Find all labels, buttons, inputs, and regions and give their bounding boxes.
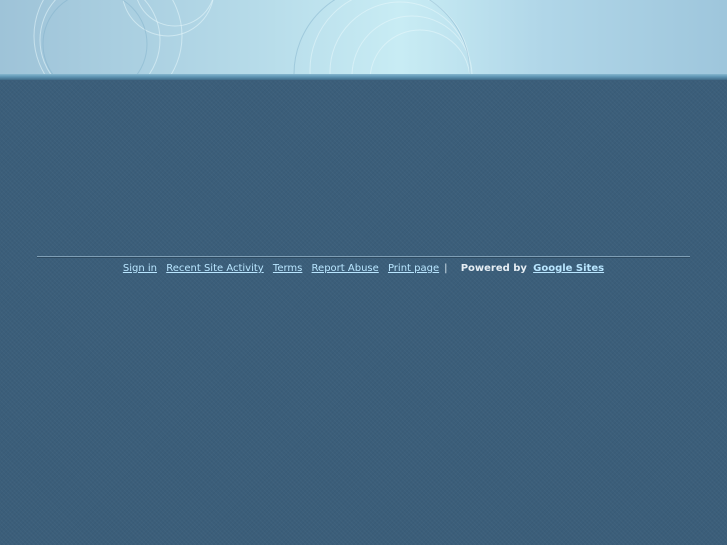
powered-by-label: Powered by (460, 263, 527, 274)
footer-separator: | (444, 263, 448, 274)
header-banner (0, 0, 727, 74)
terms-link[interactable]: Terms (273, 263, 302, 274)
google-sites-link[interactable]: Google Sites (533, 263, 604, 274)
footer-divider (37, 256, 690, 258)
footer: Sign in Recent Site Activity Terms Repor… (0, 263, 727, 274)
print-page-link[interactable]: Print page (388, 263, 439, 274)
page-content (0, 80, 727, 250)
report-abuse-link[interactable]: Report Abuse (312, 263, 379, 274)
sign-in-link[interactable]: Sign in (123, 263, 157, 274)
decorative-circles-icon (33, 0, 473, 74)
recent-site-activity-link[interactable]: Recent Site Activity (166, 263, 264, 274)
